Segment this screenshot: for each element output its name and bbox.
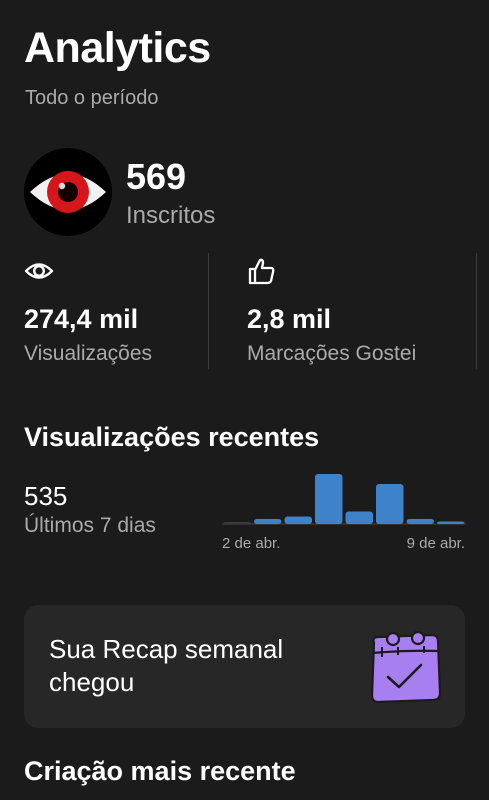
- stat-likes[interactable]: 2,8 mil Marcações Gostei: [247, 256, 416, 365]
- chart-bar: [406, 519, 434, 524]
- recent-views-value: 535: [24, 481, 68, 511]
- recent-views-chart[interactable]: 2 de abr. 9 de abr.: [220, 464, 468, 556]
- period-label: Todo o período: [25, 87, 159, 109]
- avatar: [24, 148, 112, 236]
- chart-bar: [315, 474, 343, 524]
- eye-logo-icon: [30, 171, 106, 213]
- thumbs-up-icon: [248, 258, 275, 285]
- chart-bar: [376, 484, 404, 524]
- chart-bar: [254, 519, 282, 524]
- weekly-recap-card[interactable]: Sua Recap semanal chegou: [24, 605, 465, 728]
- chart-bar: [345, 511, 373, 524]
- recent-views-period: Últimos 7 dias: [24, 514, 156, 537]
- recent-views-title: Visualizações recentes: [24, 422, 320, 452]
- calendar-check-icon: [370, 630, 442, 704]
- likes-value: 2,8 mil: [247, 304, 332, 334]
- chart-bar: [284, 516, 312, 524]
- chart-bar: [223, 522, 251, 524]
- views-label: Visualizações: [24, 342, 153, 365]
- stat-divider: [208, 253, 209, 369]
- recap-text: Sua Recap semanal chegou: [49, 634, 284, 697]
- eye-icon: [24, 263, 54, 279]
- x-tick-label: 9 de abr.: [407, 535, 465, 552]
- stat-divider: [476, 253, 477, 369]
- stat-views[interactable]: 274,4 mil Visualizações: [24, 256, 152, 365]
- page-title: Analytics: [24, 24, 211, 72]
- chart-bar: [437, 521, 465, 524]
- likes-label: Marcações Gostei: [247, 342, 417, 365]
- subscriber-count: 569: [126, 156, 187, 197]
- subscriber-label: Inscritos: [126, 202, 216, 229]
- views-value: 274,4 mil: [24, 304, 139, 334]
- x-tick-label: 2 de abr.: [222, 535, 280, 552]
- latest-content-title: Criação mais recente: [24, 756, 296, 786]
